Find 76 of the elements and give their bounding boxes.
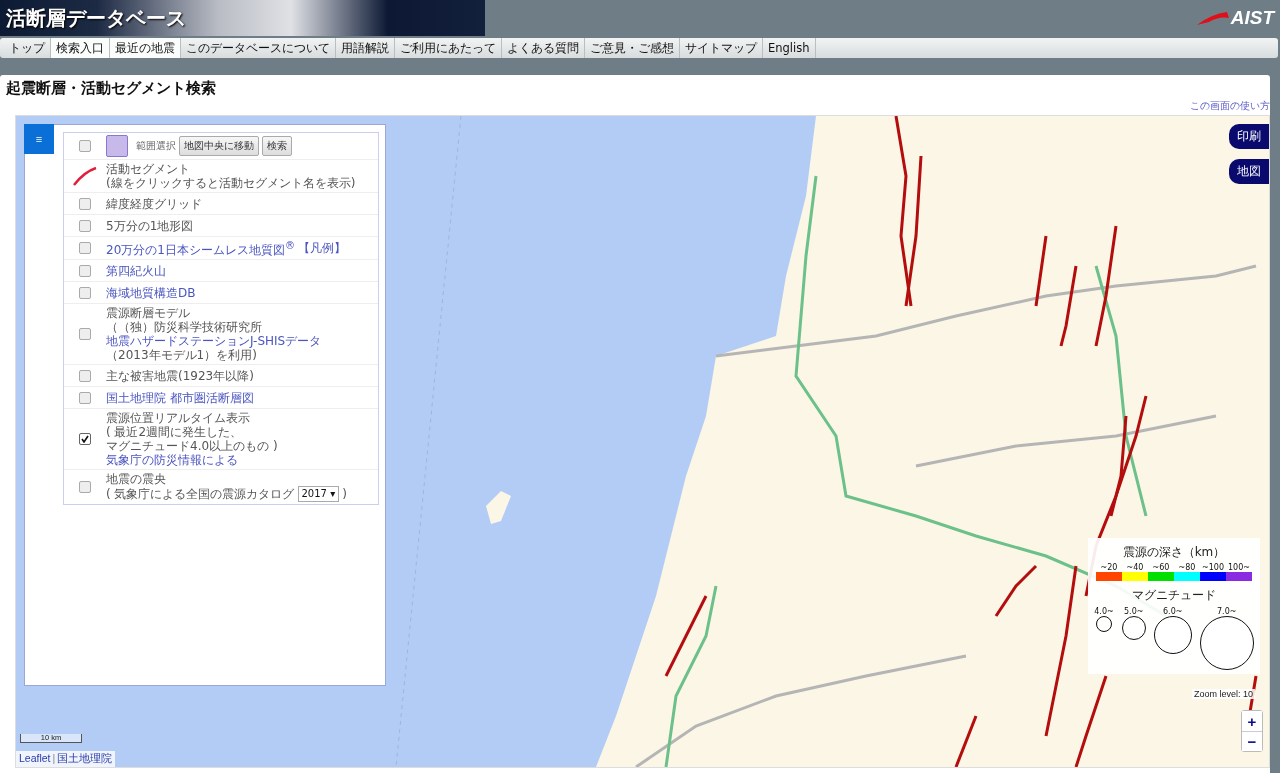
magnitude-circle [1199,616,1254,670]
layer-label: (線をクリックすると活動セグメント名を表示) [106,176,356,190]
layer-label: 活動セグメント [106,162,190,176]
layer-link[interactable]: 地震ハザードステーションJ-SHISデータ [106,334,322,348]
layer-link[interactable]: 海域地質構造DB [106,285,196,300]
layer-label: ( 気象庁による全国の震源カタログ [106,487,295,501]
layer-label: マグニチュード4.0以上のもの ) [106,439,278,453]
attribution-link[interactable]: 国土地理院 [57,752,113,766]
checkbox[interactable] [79,219,91,232]
segment-line-icon [72,166,98,186]
swoosh-logo-icon [1196,10,1229,26]
map-button[interactable]: 検索 [262,136,292,156]
depth-label: ~20 [1100,563,1118,572]
layer-link[interactable]: 20万分の1日本シームレス地質図$^{®}$ [106,239,295,257]
nav-link[interactable]: ご利用にあたって [395,38,502,58]
checkbox[interactable] [79,369,91,382]
checkbox[interactable] [79,140,91,152]
depth-label: 100~ [1228,563,1250,572]
depth-label: ~80 [1178,563,1196,572]
legend-title: マグニチュード [1132,587,1216,604]
checkbox[interactable] [79,481,91,493]
layer-link[interactable]: 国土地理院 都市圏活断層図 [106,390,254,405]
zoom-level: Zoom level: 10 [1191,689,1255,699]
site-title[interactable]: 活断層データベース [6,4,186,32]
checkbox[interactable] [79,242,91,254]
layer-link[interactable]: 第四紀火山 [106,263,166,278]
magnitude-label: 6.0~ [1163,607,1183,616]
nav-link[interactable]: English [763,38,816,58]
checkbox[interactable] [79,391,91,404]
layer-label: ) [342,487,347,501]
nav-link[interactable]: 検索入口 [51,38,110,58]
attribution-link[interactable]: Leaflet [19,752,51,766]
magnitude-label: 7.0~ [1217,607,1237,616]
magnitude-label: 4.0~ [1094,607,1114,616]
magnitude-label: 5.0~ [1124,607,1144,616]
logo-text: AIST [1230,7,1274,29]
magnitude-circle [1096,616,1112,632]
map-side-button[interactable]: 地図 [1229,159,1269,184]
checkbox[interactable] [79,433,91,445]
range-select-label: 範囲選択 [136,139,176,153]
layer-link[interactable]: 気象庁の防災情報による [106,453,238,467]
menu-button[interactable]: ≡ [24,124,54,154]
layer-label: 主な被害地震(1923年以降) [106,368,254,383]
nav-link[interactable]: ご意見・ご感想 [585,38,680,58]
layer-label: 震源断層モデル [106,306,190,320]
depth-label: ~60 [1152,563,1170,572]
layer-link[interactable]: 【凡例】 [297,241,346,255]
nav-link[interactable]: 最近の地震 [110,38,181,58]
map-button[interactable]: 地図中央に移動 [179,136,259,156]
area-swatch[interactable] [106,135,128,157]
help-link[interactable]: この画面の使い方 [1190,99,1270,115]
layer-label: 5万分の1地形図 [106,218,194,233]
checkbox[interactable] [79,328,91,340]
zoom-out-button[interactable]: − [1242,731,1262,751]
checkbox[interactable] [79,197,91,210]
nav-link[interactable]: 用語解説 [336,38,395,58]
layer-label: （（独）防災科学技術研究所 [106,320,262,334]
page-title: 起震断層・活動セグメント検索 [5,78,217,99]
layer-label: 緯度経度グリッド [106,196,202,211]
separator: | [52,752,56,766]
layer-label: （2013年モデル1）を利用) [106,348,257,362]
map-side-button[interactable]: 印刷 [1229,124,1269,149]
nav-link[interactable]: サイトマップ [680,38,763,58]
layer-label: 震源位置リアルタイム表示 [106,411,250,425]
depth-label: ~40 [1126,563,1144,572]
checkbox[interactable] [79,286,91,299]
layer-label: ( 最近2週間に発生した、 [106,425,243,439]
magnitude-circle [1153,616,1192,654]
nav-link[interactable]: よくある質問 [502,38,585,58]
nav-link[interactable]: このデータベースについて [181,38,336,58]
checkbox[interactable] [79,264,91,277]
legend-title: 震源の深さ（km） [1122,544,1226,561]
layer-label: 地震の震央 [106,472,166,486]
depth-label: ~100 [1202,563,1224,572]
magnitude-circle [1121,616,1146,640]
year-select[interactable]: 2017 ▾ [297,486,340,502]
